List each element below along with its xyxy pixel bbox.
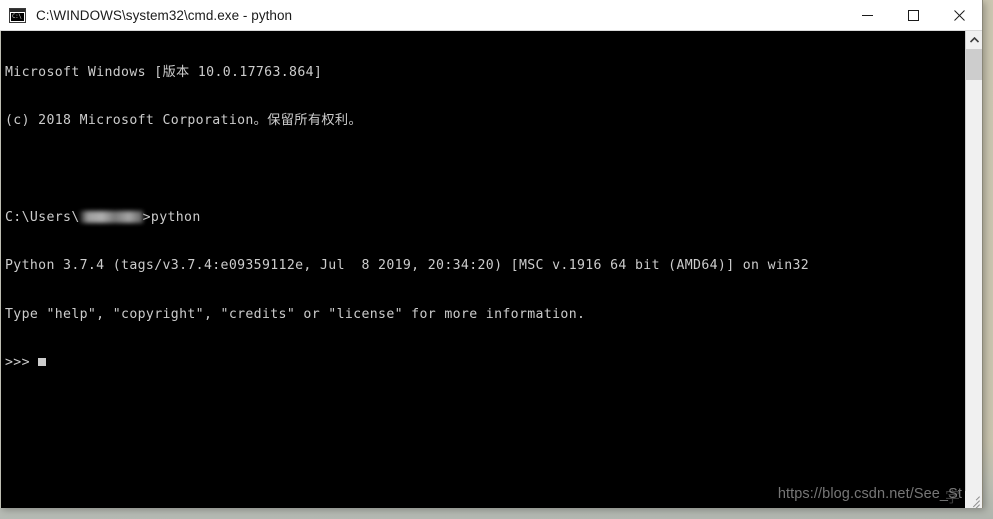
close-button[interactable] <box>936 0 982 30</box>
watermark-url: https://blog.csdn.net/See_St <box>777 486 962 502</box>
title-bar[interactable]: C:\ C:\WINDOWS\system32\cmd.exe - python <box>0 0 982 31</box>
scroll-up-arrow-icon[interactable] <box>966 31 982 48</box>
window-title: C:\WINDOWS\system32\cmd.exe - python <box>36 7 293 23</box>
scroll-thumb[interactable] <box>966 49 982 80</box>
console-line: (c) 2018 Microsoft Corporation。保留所有权利。 <box>5 113 362 129</box>
console-output-area[interactable]: Microsoft Windows [版本 10.0.17763.864] (c… <box>0 31 982 508</box>
text-cursor <box>38 357 47 366</box>
python-prompt-line: >>> <box>5 355 960 371</box>
minimize-button[interactable] <box>844 0 890 30</box>
vertical-scrollbar[interactable] <box>965 31 982 508</box>
cmd-icon: C:\ <box>9 7 26 23</box>
prompt-command: >python <box>142 210 201 226</box>
console-line: Type "help", "copyright", "credits" or "… <box>5 306 586 322</box>
console-line: Microsoft Windows [版本 10.0.17763.864] <box>5 65 323 81</box>
maximize-button[interactable] <box>890 0 936 30</box>
console-prompt-line: C:\Users\ >python <box>5 210 960 226</box>
console-line: Python 3.7.4 (tags/v3.7.4:e09359112e, Ju… <box>5 258 810 274</box>
console-text: Microsoft Windows [版本 10.0.17763.864] (c… <box>5 33 960 403</box>
watermark-stamp: 字 <box>944 489 960 506</box>
resize-grip[interactable] <box>965 491 982 508</box>
cmd-window: C:\ C:\WINDOWS\system32\cmd.exe - python <box>0 0 983 508</box>
redacted-username <box>79 211 143 224</box>
cmd-icon-glyph: C:\ <box>11 12 24 21</box>
window-controls <box>844 0 982 30</box>
python-prompt: >>> <box>5 354 39 370</box>
prompt-path-prefix: C:\Users\ <box>5 210 80 226</box>
